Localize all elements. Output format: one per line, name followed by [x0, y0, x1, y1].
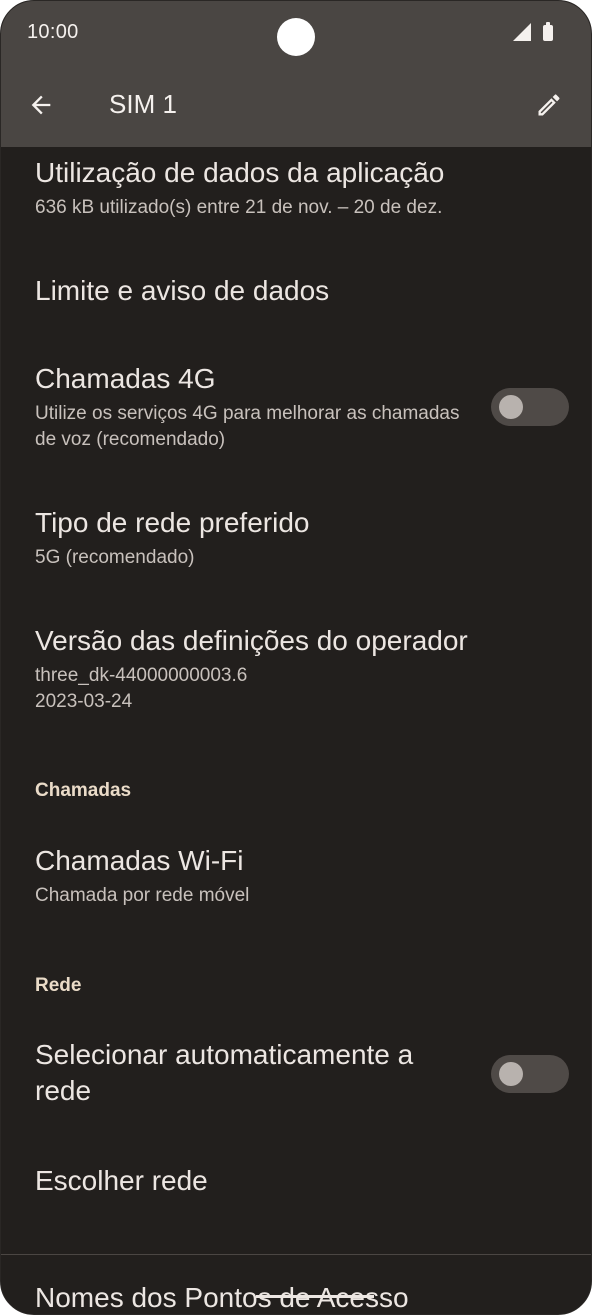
back-button[interactable] — [21, 85, 61, 125]
carrier-settings-version-item[interactable]: Versão das definições do operador three_… — [35, 623, 475, 715]
item-summary: Chamada por rede móvel — [35, 885, 250, 906]
arrow-back-icon — [31, 95, 51, 115]
toggle-knob — [499, 1062, 523, 1086]
app-data-usage-item[interactable]: Utilização de dados da aplicação 636 kB … — [35, 155, 475, 221]
data-limit-warning-item[interactable]: Limite e aviso de dados — [35, 273, 475, 309]
top-app-bar: 10:00 SIM 1 — [1, 1, 591, 147]
edit-button[interactable] — [529, 85, 569, 125]
page-title: SIM 1 — [109, 89, 177, 119]
item-summary: 636 kB utilizado(s) entre 21 de nov. – 2… — [35, 197, 443, 218]
item-title: Nomes dos Pontos de Acesso — [35, 1282, 409, 1313]
battery-icon — [543, 22, 553, 41]
item-title: Tipo de rede preferido — [35, 507, 310, 538]
phone-screen: 10:00 SIM 1 Utilização de dados da aplic… — [0, 0, 592, 1315]
preferred-network-type-item[interactable]: Tipo de rede preferido 5G (recomendado) — [35, 505, 475, 571]
item-title: Escolher rede — [35, 1165, 208, 1196]
item-title: Chamadas Wi-Fi — [35, 845, 244, 876]
camera-cutout — [277, 18, 315, 56]
4g-calling-toggle[interactable] — [491, 388, 569, 426]
pencil-icon — [538, 94, 560, 116]
4g-calling-item[interactable]: Chamadas 4G Utilize os serviços 4G para … — [35, 361, 475, 453]
divider — [1, 1254, 591, 1255]
auto-select-network-toggle[interactable] — [491, 1055, 569, 1093]
signal-icon — [513, 23, 531, 41]
item-summary: Utilize os serviços 4G para melhorar as … — [35, 403, 460, 450]
toggle-knob — [499, 395, 523, 419]
item-title: Selecionar automaticamente a rede — [35, 1039, 414, 1106]
item-title: Utilização de dados da aplicação — [35, 157, 445, 188]
status-icons — [513, 22, 553, 41]
status-time: 10:00 — [27, 21, 79, 43]
choose-network-item[interactable]: Escolher rede — [35, 1163, 475, 1199]
section-header-calls: Chamadas — [35, 780, 132, 801]
auto-select-network-item[interactable]: Selecionar automaticamente a rede — [35, 1037, 475, 1109]
item-summary: 5G (recomendado) — [35, 547, 195, 568]
settings-list: Utilização de dados da aplicação 636 kB … — [1, 147, 591, 1314]
access-point-names-item[interactable]: Nomes dos Pontos de Acesso — [35, 1280, 475, 1314]
item-summary-line1: three_dk-44000000003.6 — [35, 665, 248, 686]
item-title: Limite e aviso de dados — [35, 275, 330, 306]
section-header-network: Rede — [35, 975, 82, 996]
gesture-overlay-line — [256, 1295, 374, 1298]
item-title: Versão das definições do operador — [35, 625, 468, 656]
item-title: Chamadas 4G — [35, 363, 216, 394]
item-summary-line2: 2023-03-24 — [35, 691, 133, 712]
wifi-calling-item[interactable]: Chamadas Wi-Fi Chamada por rede móvel — [35, 843, 475, 909]
